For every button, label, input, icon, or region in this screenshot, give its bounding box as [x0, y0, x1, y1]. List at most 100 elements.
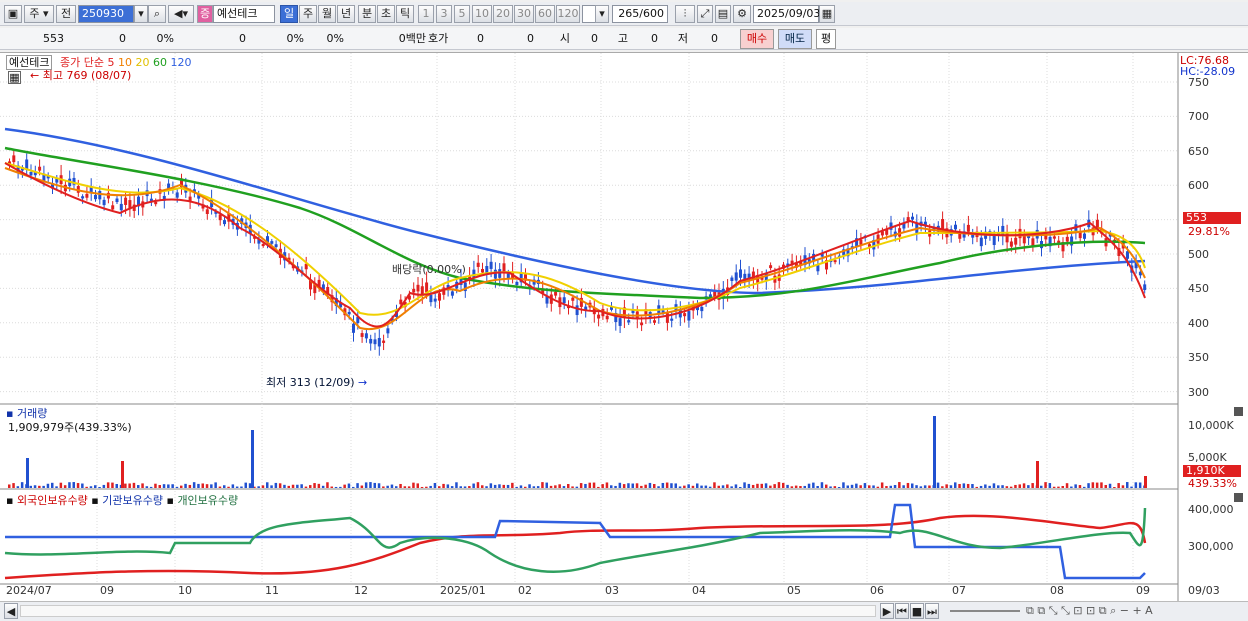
chart-svg[interactable] [0, 53, 1248, 602]
high-value: 0 [651, 32, 658, 45]
volume-bar [395, 486, 398, 488]
volume-bar [549, 485, 553, 488]
layout-icons[interactable]: ⧉ ⧉ ⤡ ⤡ ⊡ ⊡ ⧉ ⌕ − + A [1026, 604, 1153, 618]
candle-body [769, 265, 773, 269]
buy-button[interactable]: 매수 [740, 29, 774, 49]
ma-120-line [4, 127, 1146, 295]
stop-icon[interactable]: ■ [910, 603, 924, 619]
volume-bar [12, 483, 15, 488]
sell-button[interactable]: 매도 [778, 29, 812, 49]
volume-bar [635, 483, 639, 488]
hold-y-tick: 300,000 [1188, 540, 1234, 553]
volume-spike [121, 461, 124, 488]
panel-icon[interactable]: ▦ [8, 71, 21, 84]
date-field[interactable]: 2025/09/03 [753, 5, 820, 23]
volume-bar [988, 485, 991, 488]
volume-bar [141, 483, 144, 488]
forward-icon[interactable]: ⏭ [925, 603, 939, 619]
sound-icon[interactable]: ◀▾ [168, 5, 194, 23]
volume-bar [653, 484, 656, 488]
search-icon[interactable]: ⌕ [148, 5, 166, 23]
volume-bar [1121, 485, 1125, 488]
calendar-icon[interactable]: ▦ [819, 5, 835, 23]
volume-bar [352, 486, 355, 488]
volume-bar [38, 485, 41, 488]
candle-body [94, 194, 97, 200]
candle-body [653, 320, 656, 323]
volume-bar [979, 485, 983, 488]
candle-body [98, 191, 102, 200]
volume-bar [1009, 486, 1013, 488]
interval-60[interactable]: 60 [535, 5, 555, 23]
volume-bar [859, 485, 862, 488]
interval-20[interactable]: 20 [493, 5, 513, 23]
code-dropdown-icon[interactable]: ▾ [134, 5, 148, 23]
tab-tick[interactable]: 틱 [396, 5, 414, 23]
tab-year[interactable]: 년 [337, 5, 355, 23]
candle-body [911, 216, 914, 220]
candle-body [115, 198, 119, 203]
volume-bar [266, 482, 269, 488]
stock-code-input[interactable]: 250930 [78, 5, 134, 23]
volume-current-tag: 1,910K [1183, 465, 1241, 477]
interval-120[interactable]: 120 [556, 5, 580, 23]
rewind-icon[interactable]: ⏮ [895, 603, 909, 619]
x-label: 05 [787, 584, 801, 597]
tab-minute[interactable]: 분 [358, 5, 376, 23]
volume-bar [700, 485, 703, 488]
volume-bar [493, 484, 497, 488]
volume-bar [786, 484, 789, 488]
volume-bar [102, 484, 106, 488]
scroll-left-icon[interactable]: ◀ [4, 603, 18, 619]
candle-body [493, 269, 497, 279]
volume-spike [1036, 461, 1039, 488]
interval-10[interactable]: 10 [472, 5, 492, 23]
zoom-slider[interactable] [950, 610, 1020, 612]
high-label: 고 [617, 32, 628, 45]
candle-body [562, 297, 566, 304]
volume-bar [16, 486, 20, 488]
volume-bar [691, 485, 695, 488]
settings-icon[interactable]: ⚙ [733, 5, 751, 23]
volume-bar [124, 483, 127, 488]
scroll-right-icon[interactable]: ▶ [880, 603, 894, 619]
candle-body [859, 239, 863, 245]
volume-bar [842, 482, 845, 488]
count-field[interactable]: 265/600 [612, 5, 668, 23]
prev-button[interactable]: 전 [56, 5, 76, 23]
window-icon[interactable]: ▣ [4, 5, 22, 23]
eval-button[interactable]: 평 [816, 29, 836, 49]
volume-panel-close-icon[interactable] [1234, 407, 1243, 416]
chart-area[interactable]: 예선테크 종가 단순 5 10 20 60 120 ← 최고 769 (08/0… [0, 52, 1248, 602]
tab-second[interactable]: 초 [377, 5, 395, 23]
volume-bar [760, 483, 763, 488]
interval-dropdown-icon[interactable]: ▾ [595, 5, 609, 23]
compare-icon[interactable]: ⤢ [697, 5, 713, 23]
x-label: 06 [870, 584, 884, 597]
save-icon[interactable]: ▤ [715, 5, 731, 23]
scroll-track[interactable] [20, 605, 876, 617]
stock-name-field[interactable]: 예선테크 [213, 5, 275, 23]
tab-day[interactable]: 일 [280, 5, 298, 23]
volume-bar [180, 485, 183, 488]
volume-bar [369, 482, 372, 488]
interval-1[interactable]: 1 [418, 5, 434, 23]
y-tick: 600 [1188, 179, 1209, 192]
tab-week[interactable]: 주 [299, 5, 317, 23]
volume-bar [416, 483, 419, 488]
tab-month[interactable]: 월 [318, 5, 336, 23]
interval-3[interactable]: 3 [436, 5, 452, 23]
candle-body [1052, 236, 1056, 239]
holding-panel-close-icon[interactable] [1234, 493, 1243, 502]
chart-type-icon[interactable]: ⫶ [675, 5, 695, 23]
market-select[interactable]: 주 ▾ [24, 5, 54, 23]
interval-30[interactable]: 30 [514, 5, 534, 23]
volume-bar [799, 486, 802, 488]
volume-bar [132, 482, 136, 488]
volume-bar [94, 485, 97, 488]
candle-body [25, 159, 29, 170]
interval-5[interactable]: 5 [454, 5, 470, 23]
volume-bar [661, 482, 665, 488]
y-tick: 750 [1188, 76, 1209, 89]
candle-body [605, 315, 609, 320]
